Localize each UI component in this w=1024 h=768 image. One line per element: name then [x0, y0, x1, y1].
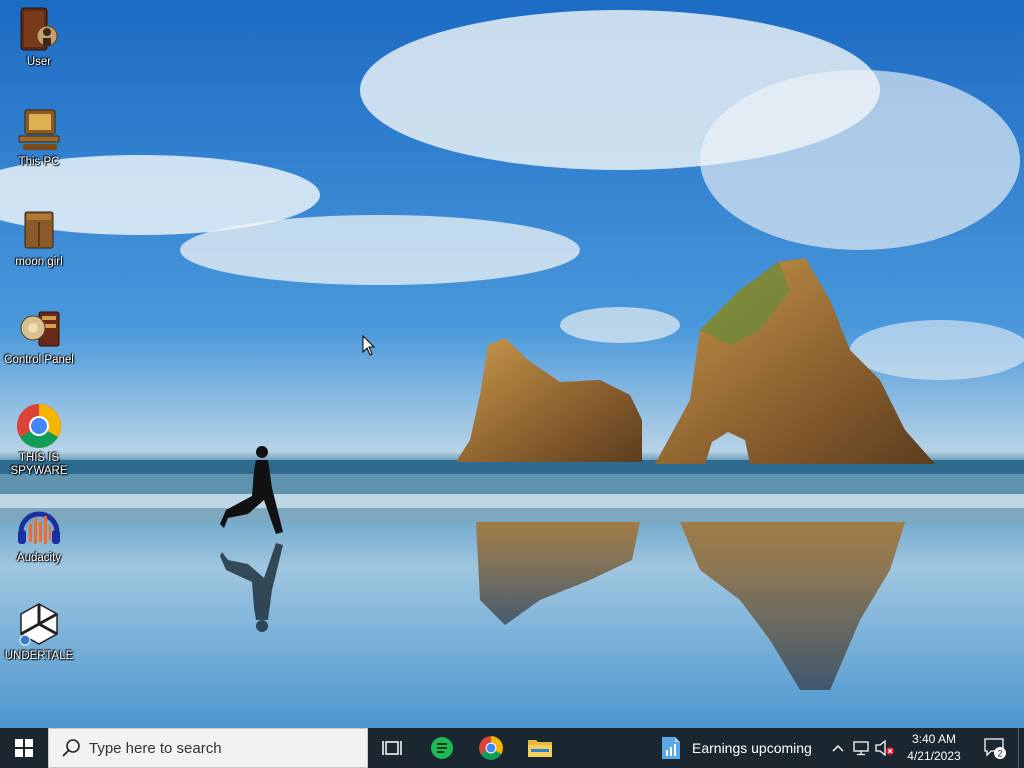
search-icon — [62, 739, 80, 757]
network-icon — [853, 741, 869, 756]
chrome-icon — [17, 404, 61, 448]
show-desktop-button[interactable] — [1018, 728, 1024, 768]
unity-icon — [19, 603, 58, 646]
box-folder-icon — [24, 211, 54, 249]
clock-date: 4/21/2023 — [907, 749, 961, 763]
chevron-up-icon — [832, 744, 844, 752]
wallpaper — [0, 0, 1024, 728]
clock-time: 3:40 AM — [911, 732, 957, 746]
desktop-icon-undertale[interactable]: UNDERTALE — [0, 600, 78, 663]
green-notes-app-icon — [431, 737, 453, 759]
desktop-icon-label: User — [26, 56, 52, 68]
notification-icon: 2 — [984, 738, 1006, 759]
desktop-icon-label: This PC — [18, 156, 60, 168]
desktop-icon-user[interactable]: User — [0, 6, 78, 69]
news-widget[interactable]: Earnings upcoming — [660, 728, 820, 768]
news-widget-text: Earnings upcoming — [692, 740, 812, 756]
volume-muted-icon — [875, 740, 894, 756]
desktop-icon-control-panel[interactable]: Control Panel — [0, 304, 78, 367]
task-view-icon — [382, 741, 402, 755]
volume-control[interactable] — [874, 728, 896, 768]
taskbar-search-box[interactable]: Type here to search — [48, 728, 368, 768]
audacity-icon — [18, 511, 60, 544]
desktop-icon-label: UNDERTALE — [4, 650, 74, 662]
taskbar-file-explorer[interactable] — [516, 728, 564, 768]
control-panel-icon — [20, 311, 60, 347]
notification-count: 2 — [997, 749, 1002, 759]
user-folder-icon — [20, 7, 58, 51]
windows-logo-icon — [15, 739, 33, 757]
mouse-cursor-icon — [362, 335, 376, 356]
action-center-button[interactable]: 2 — [980, 728, 1010, 768]
network-status[interactable] — [850, 728, 872, 768]
computer-icon — [18, 109, 60, 150]
desktop-icon-label: Audacity — [16, 552, 62, 564]
desktop-icon-label: Control Panel — [4, 354, 74, 366]
stock-chart-document-icon — [662, 737, 680, 759]
desktop-icon-this-is-spyware[interactable]: THIS IS SPYWARE — [0, 402, 78, 478]
search-placeholder: Type here to search — [89, 739, 222, 757]
desktop-icon-audacity[interactable]: Audacity — [0, 502, 78, 565]
desktop-icon-label: moon girl — [15, 256, 63, 268]
desktop-icon-moon-girl[interactable]: moon girl — [0, 206, 78, 269]
file-explorer-icon — [528, 740, 552, 757]
taskbar-clock[interactable]: 3:40 AM 4/21/2023 — [896, 728, 972, 768]
taskbar-chrome[interactable] — [467, 728, 515, 768]
taskbar: Type here to search Earnings upcoming 3:… — [0, 728, 1024, 768]
desktop-icon-label: THIS IS SPYWARE — [10, 452, 68, 477]
taskbar-notes-app[interactable] — [418, 728, 466, 768]
desktop-icon-this-pc[interactable]: This PC — [0, 106, 78, 169]
start-button[interactable] — [0, 728, 48, 768]
desktop: User This PC moon girl Control Panel THI… — [0, 0, 1024, 728]
task-view-button[interactable] — [368, 728, 416, 768]
show-hidden-icons-button[interactable] — [828, 728, 848, 768]
chrome-icon — [479, 736, 503, 760]
